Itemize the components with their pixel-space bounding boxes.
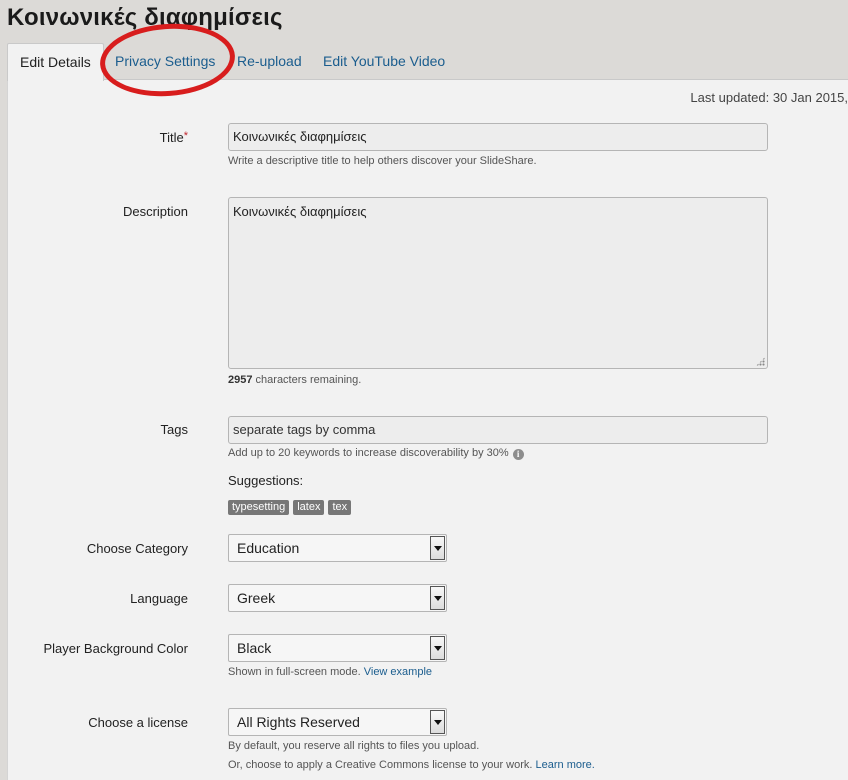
- chevron-down-icon[interactable]: [430, 586, 445, 610]
- tab-bar: Edit Details Privacy Settings Re-upload …: [7, 43, 848, 81]
- suggestion-chip-tex[interactable]: tex: [328, 500, 352, 515]
- language-select[interactable]: Greek: [228, 584, 447, 612]
- tab-privacy-settings[interactable]: Privacy Settings: [115, 43, 215, 79]
- category-selected: Education: [237, 540, 300, 556]
- license-selected: All Rights Reserved: [237, 714, 360, 730]
- tags-input[interactable]: separate tags by comma: [228, 416, 768, 444]
- category-select[interactable]: Education: [228, 534, 447, 562]
- suggestion-chip-typesetting[interactable]: typesetting: [228, 500, 290, 515]
- characters-remaining: 2957 characters remaining.: [228, 374, 362, 386]
- suggestion-chips: typesetting latex tex: [228, 500, 352, 515]
- tags-label: Tags: [160, 422, 188, 437]
- description-label: Description: [122, 204, 188, 219]
- player-bg-label: Player Background Color: [43, 641, 188, 656]
- learn-more-link[interactable]: Learn more.: [536, 759, 595, 771]
- description-text: Κοινωνικές διαφημίσεις: [233, 204, 367, 219]
- player-bg-hint: Shown in full-screen mode. View example: [228, 666, 433, 678]
- language-label: Language: [130, 591, 188, 606]
- last-updated: Last updated: 30 Jan 2015,: [690, 90, 848, 105]
- player-bg-select[interactable]: Black: [228, 634, 447, 662]
- license-hint-default: By default, you reserve all rights to fi…: [228, 740, 480, 752]
- view-example-link[interactable]: View example: [364, 666, 432, 678]
- player-bg-selected: Black: [237, 640, 272, 656]
- category-label: Choose Category: [86, 541, 188, 556]
- license-select[interactable]: All Rights Reserved: [228, 708, 447, 736]
- suggestions-label: Suggestions:: [228, 473, 304, 488]
- description-textarea[interactable]: Κοινωνικές διαφημίσεις: [228, 197, 768, 369]
- title-input[interactable]: Κοινωνικές διαφημίσεις: [228, 123, 768, 151]
- suggestion-chip-latex[interactable]: latex: [293, 500, 325, 515]
- tags-hint: Add up to 20 keywords to increase discov…: [228, 447, 524, 460]
- chevron-down-icon[interactable]: [430, 536, 445, 560]
- title-label: Title*: [159, 130, 188, 145]
- page-title: Κοινωνικές διαφημίσεις: [7, 4, 283, 31]
- tab-edit-details[interactable]: Edit Details: [7, 43, 104, 81]
- info-icon[interactable]: i: [512, 449, 524, 460]
- resize-grip-icon[interactable]: [756, 357, 765, 366]
- license-hint-cc: Or, choose to apply a Creative Commons l…: [228, 759, 595, 771]
- title-hint: Write a descriptive title to help others…: [228, 155, 537, 167]
- chevron-down-icon[interactable]: [430, 710, 445, 734]
- chevron-down-icon[interactable]: [430, 636, 445, 660]
- required-mark: *: [183, 130, 188, 142]
- language-selected: Greek: [237, 590, 276, 606]
- tab-re-upload[interactable]: Re-upload: [237, 43, 302, 79]
- tab-edit-youtube-video[interactable]: Edit YouTube Video: [323, 43, 445, 79]
- license-label: Choose a license: [88, 715, 188, 730]
